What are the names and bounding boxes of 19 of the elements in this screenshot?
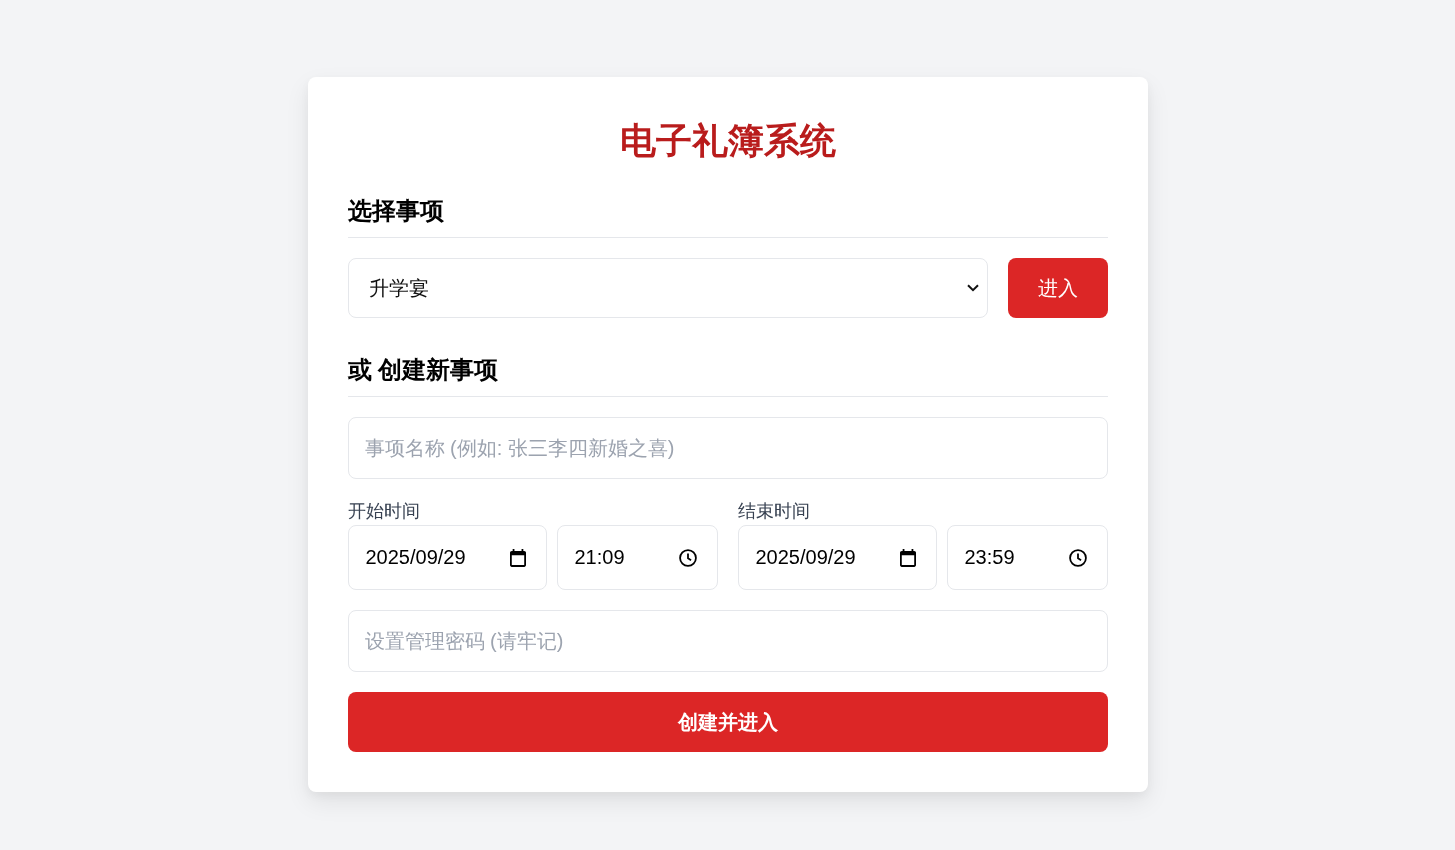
time-field[interactable]: 23:59 — [946, 525, 1108, 590]
calendar-icon[interactable] — [509, 548, 526, 567]
create-and-enter-button[interactable]: 创建并进入 — [347, 692, 1108, 752]
event-select[interactable]: 升学宴 — [347, 258, 988, 318]
app-title: 电子礼簿系统 — [618, 119, 837, 163]
chevron-down-icon — [966, 284, 979, 292]
field-label: 结束时间 — [737, 500, 810, 523]
date-field[interactable]: 2025/09/29 — [737, 525, 937, 590]
event-name-field[interactable]: 事项名称 (例如: 张三李四新婚之喜) — [347, 417, 1108, 479]
clock-icon[interactable] — [678, 548, 697, 567]
section-heading: 选择事项 — [347, 195, 1108, 238]
field-label: 开始时间 — [347, 500, 420, 523]
password-field[interactable]: 设置管理密码 (请牢记) — [347, 610, 1108, 672]
time-field[interactable]: 21:09 — [556, 525, 718, 590]
date-field[interactable]: 2025/09/29 — [347, 525, 547, 590]
calendar-icon[interactable] — [899, 548, 916, 567]
enter-button[interactable]: 进入 — [1007, 258, 1108, 318]
clock-icon[interactable] — [1068, 548, 1087, 567]
section-heading: 或 创建新事项 — [347, 354, 1108, 397]
